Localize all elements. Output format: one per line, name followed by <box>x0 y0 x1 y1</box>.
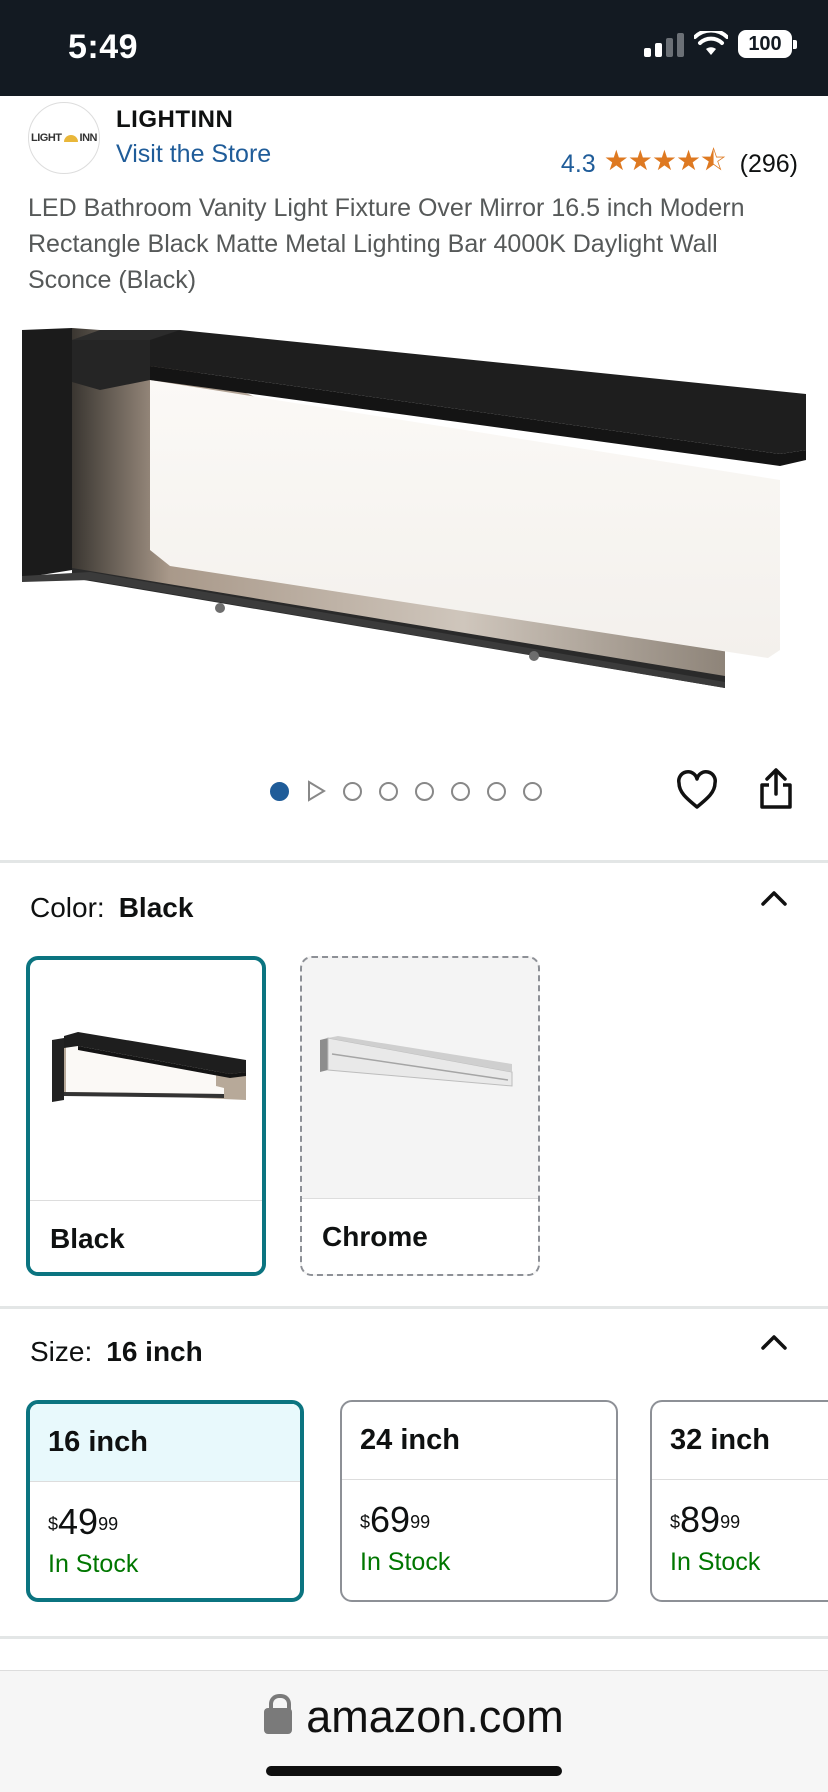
stock-status: In Stock <box>48 1550 139 1578</box>
sun-icon <box>63 134 78 142</box>
gallery-dot[interactable] <box>487 781 506 801</box>
product-image[interactable] <box>0 310 828 710</box>
gallery-dot-active[interactable] <box>270 781 289 801</box>
visit-store-link[interactable]: Visit the Store <box>116 140 271 169</box>
color-option-black[interactable]: Black <box>26 956 266 1276</box>
gallery-dot[interactable] <box>415 781 434 801</box>
cellular-signal-icon <box>644 31 684 57</box>
black-fixture-thumbnail <box>30 960 262 1200</box>
product-title: LED Bathroom Vanity Light Fixture Over M… <box>28 194 745 294</box>
brand-logo[interactable]: LIGHT INN <box>28 102 100 174</box>
gallery-dot[interactable] <box>451 781 470 801</box>
divider <box>0 860 828 863</box>
size-option-32-inch[interactable]: 32 inch $8999 In Stock <box>650 1400 828 1602</box>
color-option-label: Black <box>30 1200 262 1272</box>
gallery-dot[interactable] <box>379 781 398 801</box>
heart-icon[interactable] <box>676 770 718 810</box>
lock-icon <box>264 1694 293 1734</box>
color-label: Color: Black <box>30 892 194 923</box>
stock-status: In Stock <box>670 1548 761 1576</box>
rating[interactable]: 4.3 ★★★★⯪ (296) <box>561 140 798 188</box>
gallery-dot[interactable] <box>523 781 542 801</box>
brand-row: LIGHT INN LIGHTINN Visit the Store 4.3 ★★… <box>0 96 828 178</box>
color-option-label: Chrome <box>302 1198 538 1274</box>
review-count: (296) <box>739 149 798 178</box>
chevron-up-icon[interactable] <box>760 1328 788 1356</box>
size-option-name: 24 inch <box>342 1402 616 1480</box>
chevron-up-icon[interactable] <box>760 884 788 912</box>
star-rating-icon: ★★★★⯪ <box>603 145 727 176</box>
chrome-fixture-thumbnail <box>302 958 538 1198</box>
divider <box>0 1306 828 1309</box>
size-selected-value: 16 inch <box>106 1336 203 1367</box>
size-option-24-inch[interactable]: 24 inch $6999 In Stock <box>340 1400 618 1602</box>
url-display[interactable]: amazon.com <box>0 1691 828 1743</box>
gallery-dot[interactable] <box>343 781 362 801</box>
video-play-icon[interactable] <box>306 780 326 802</box>
share-icon[interactable] <box>758 766 794 810</box>
home-indicator[interactable] <box>266 1766 562 1776</box>
rating-value: 4.3 <box>560 149 596 178</box>
size-option-price: $8999 <box>670 1499 741 1540</box>
color-option-chrome[interactable]: Chrome <box>300 956 540 1276</box>
color-selected-value: Black <box>118 892 194 923</box>
status-bar: 5:49 100 <box>0 0 828 96</box>
gallery-dots <box>270 780 542 802</box>
brand-name: LIGHTINN <box>116 106 234 133</box>
status-icons: 100 <box>644 30 797 58</box>
size-label: Size: 16 inch <box>30 1336 203 1367</box>
size-option-price: $4999 <box>48 1501 119 1542</box>
size-option-16-inch[interactable]: 16 inch $4999 In Stock <box>26 1400 304 1602</box>
size-option-price: $6999 <box>360 1499 431 1540</box>
battery-icon: 100 <box>738 30 797 58</box>
size-option-name: 16 inch <box>30 1404 300 1482</box>
status-time: 5:49 <box>68 28 139 66</box>
size-option-name: 32 inch <box>652 1402 828 1480</box>
wifi-icon <box>694 31 728 55</box>
divider <box>0 1636 828 1639</box>
stock-status: In Stock <box>360 1548 451 1576</box>
